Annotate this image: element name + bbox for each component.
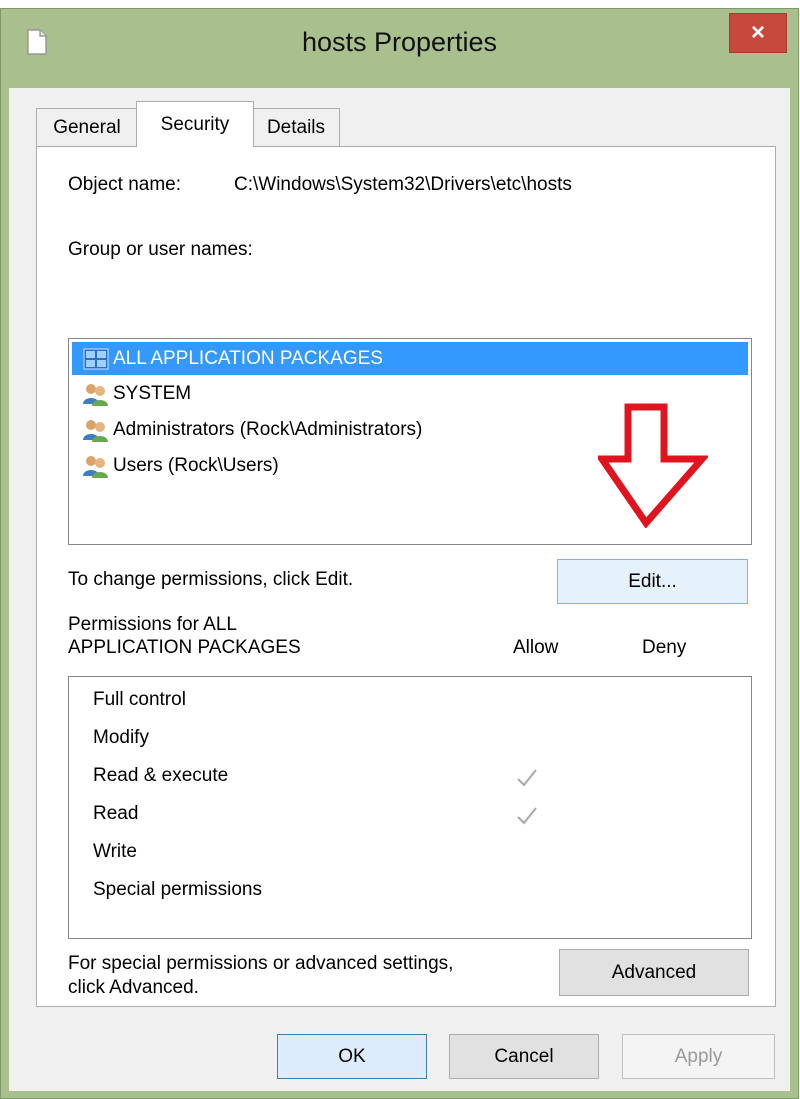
ok-button[interactable]: OK xyxy=(277,1034,427,1079)
permission-row: Write xyxy=(93,841,137,862)
tab-details[interactable]: Details xyxy=(252,108,340,146)
permissions-header-line2: APPLICATION PACKAGES xyxy=(68,637,301,658)
deny-column-header: Deny xyxy=(642,637,687,658)
close-icon: × xyxy=(750,19,765,46)
tab-label: General xyxy=(53,116,121,138)
advanced-button-label: Advanced xyxy=(611,961,697,983)
permissions-header-line1: Permissions for ALL xyxy=(68,614,237,635)
advanced-hint-line1: For special permissions or advanced sett… xyxy=(68,953,454,974)
users-icon xyxy=(79,415,113,445)
permission-row: Read xyxy=(93,803,139,824)
change-permissions-text: To change permissions, click Edit. xyxy=(68,569,354,590)
object-name-label: Object name: xyxy=(68,174,181,195)
down-arrow-annotation-icon xyxy=(595,403,710,533)
list-item-label: SYSTEM xyxy=(113,382,192,404)
permission-row: Special permissions xyxy=(93,879,262,900)
cancel-button[interactable]: Cancel xyxy=(449,1034,599,1079)
window-title: hosts Properties xyxy=(301,27,498,57)
apply-button-label: Apply xyxy=(674,1045,723,1067)
app-packages-icon xyxy=(79,344,113,374)
users-icon xyxy=(79,379,113,409)
users-icon xyxy=(79,451,113,481)
dialog-client-area: General Security Details Object name: C:… xyxy=(9,88,790,1091)
apply-button[interactable]: Apply xyxy=(622,1034,775,1079)
tab-security[interactable]: Security xyxy=(136,101,254,147)
allow-checkmark-icon xyxy=(516,805,538,832)
object-name-value: C:\Windows\System32\Drivers\etc\hosts xyxy=(234,174,572,195)
close-button[interactable]: × xyxy=(729,13,787,53)
tab-label: Security xyxy=(160,113,230,135)
edit-button-label: Edit... xyxy=(628,570,677,592)
title-bar: hosts Properties × xyxy=(1,9,798,79)
allow-column-header: Allow xyxy=(513,637,559,658)
cancel-button-label: Cancel xyxy=(494,1045,554,1067)
list-item-label: ALL APPLICATION PACKAGES xyxy=(113,347,383,369)
tab-general[interactable]: General xyxy=(36,108,138,146)
list-item-label: Users (Rock\Users) xyxy=(113,454,279,476)
ok-button-label: OK xyxy=(338,1045,366,1067)
list-item[interactable]: ALL APPLICATION PACKAGES xyxy=(72,342,748,375)
list-item-label: Administrators (Rock\Administrators) xyxy=(113,418,423,440)
advanced-hint-line2: click Advanced. xyxy=(68,977,199,998)
permission-row: Read & execute xyxy=(93,765,229,786)
properties-dialog: hosts Properties × General Security Deta… xyxy=(0,8,799,1099)
edit-button[interactable]: Edit... xyxy=(557,559,748,604)
permission-row: Full control xyxy=(93,689,186,710)
permission-row: Modify xyxy=(93,727,149,748)
tab-label: Details xyxy=(266,116,326,138)
allow-checkmark-icon xyxy=(516,767,538,794)
security-tab-panel: Object name: C:\Windows\System32\Drivers… xyxy=(36,146,776,1007)
group-names-label: Group or user names: xyxy=(68,239,253,260)
permissions-list: Full control Modify Read & execute Read … xyxy=(68,676,752,939)
advanced-button[interactable]: Advanced xyxy=(559,949,749,996)
